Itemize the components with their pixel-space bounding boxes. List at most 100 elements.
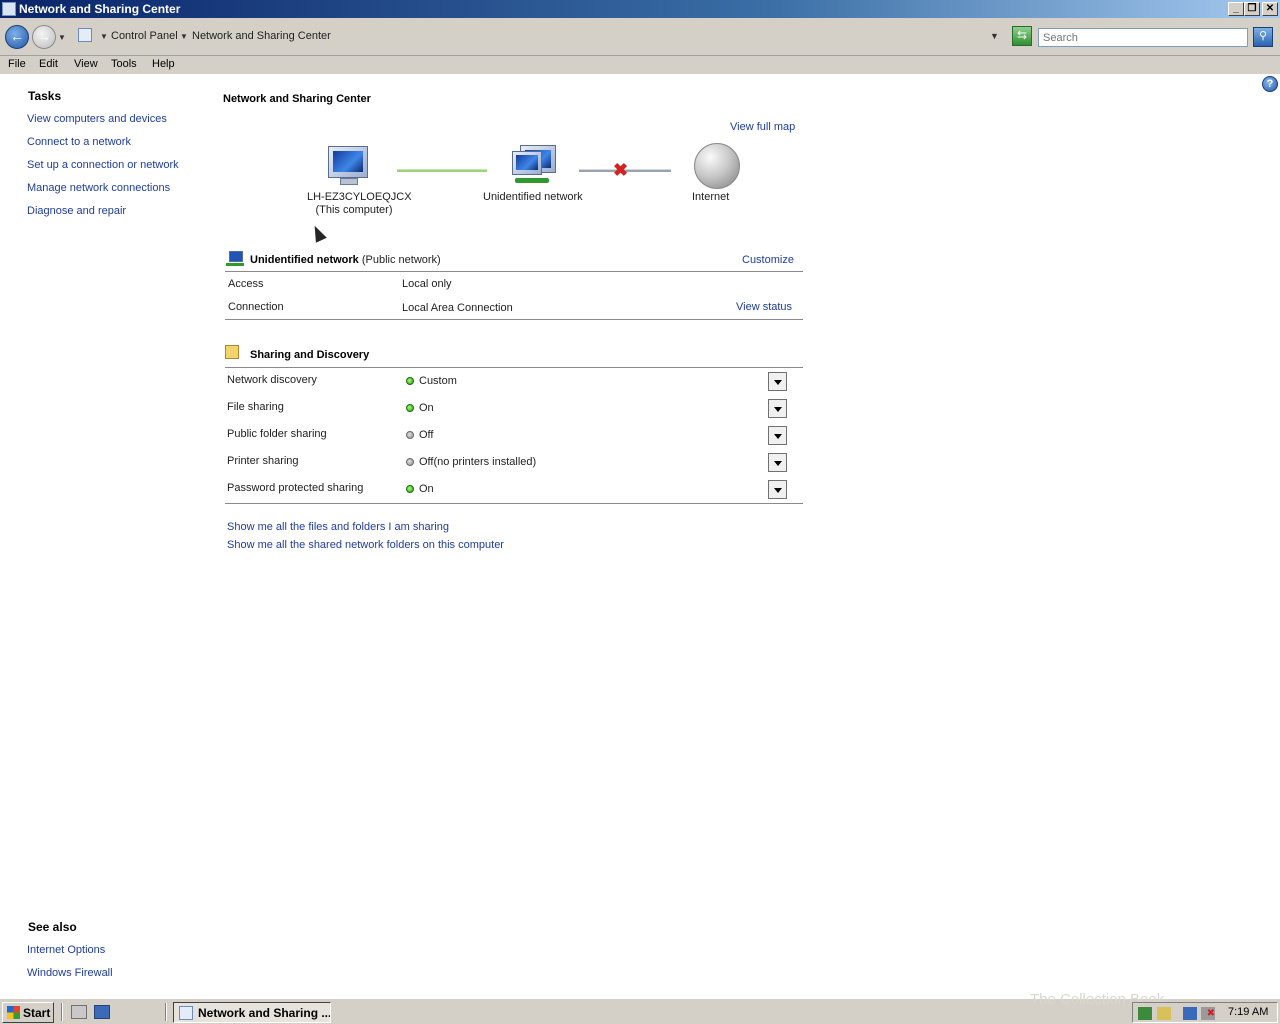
printer-sharing-expand-button[interactable] — [768, 453, 787, 472]
task-setup-connection[interactable]: Set up a connection or network — [27, 159, 179, 171]
file-sharing-label: File sharing — [227, 401, 284, 413]
access-label: Access — [228, 278, 264, 290]
status-off-icon — [406, 458, 414, 466]
start-label: Start — [23, 1006, 51, 1020]
network-center-icon — [2, 2, 16, 16]
computer-icon[interactable] — [328, 146, 368, 178]
control-panel-icon — [78, 28, 92, 42]
link-windows-firewall[interactable]: Windows Firewall — [27, 967, 113, 979]
menu-file[interactable]: File — [8, 58, 26, 70]
internet-label: Internet — [692, 191, 730, 203]
customize-link[interactable]: Customize — [742, 254, 794, 266]
taskbar-button-network-center[interactable]: Network and Sharing ... — [173, 1002, 331, 1023]
access-value: Local only — [402, 278, 452, 290]
status-on-icon — [406, 377, 414, 385]
view-full-map-link[interactable]: View full map — [730, 121, 795, 133]
search-input[interactable] — [1038, 28, 1248, 47]
refresh-button[interactable]: ⇆ — [1012, 26, 1032, 46]
network-tray-icon[interactable] — [1183, 1007, 1197, 1020]
menu-edit[interactable]: Edit — [39, 58, 58, 70]
menu-bar: File Edit View Tools Help — [0, 56, 1280, 74]
divider — [225, 367, 803, 368]
public-folder-sharing-status: Off — [419, 429, 434, 441]
network-discovery-expand-button[interactable] — [768, 372, 787, 391]
password-sharing-status: On — [419, 483, 434, 495]
restore-button[interactable]: ❐ — [1244, 2, 1260, 16]
sharing-heading: Sharing and Discovery — [250, 349, 370, 361]
clock[interactable]: 7:19 AM — [1228, 1006, 1268, 1018]
show-shared-files-link[interactable]: Show me all the files and folders I am s… — [227, 521, 449, 533]
see-also-heading: See also — [28, 920, 77, 934]
update-icon[interactable] — [1157, 1007, 1171, 1020]
chevron-down-icon[interactable]: ▼ — [180, 32, 188, 41]
computer-name: LH-EZ3CYLOEQJCX — [307, 191, 412, 203]
task-manage-connections[interactable]: Manage network connections — [27, 182, 170, 194]
show-shared-folders-link[interactable]: Show me all the shared network folders o… — [227, 539, 504, 551]
network-label: Unidentified network — [483, 191, 583, 203]
security-shield-icon[interactable] — [1138, 1007, 1152, 1020]
status-on-icon — [406, 404, 414, 412]
network-section-title: Unidentified network (Public network) — [250, 254, 441, 266]
computer-subtitle: (This computer) — [315, 204, 393, 216]
recent-pages-dropdown[interactable]: ▼ — [58, 33, 66, 42]
network-small-icon — [226, 251, 244, 267]
file-sharing-expand-button[interactable] — [768, 399, 787, 418]
show-desktop-icon[interactable] — [94, 1005, 110, 1019]
status-on-icon — [406, 485, 414, 493]
disconnected-x-icon[interactable]: ✖ — [613, 160, 628, 181]
address-bar[interactable]: ▼ Control Panel ▼ Network and Sharing Ce… — [75, 26, 1007, 47]
server-manager-icon[interactable] — [71, 1005, 87, 1019]
title-bar: Network and Sharing Center _ ❐ ✕ — [0, 0, 1280, 18]
taskbar: Start Network and Sharing ... The Collec… — [0, 991, 1280, 1024]
back-button[interactable]: ← — [5, 25, 29, 49]
close-button[interactable]: ✕ — [1262, 2, 1278, 16]
windows-logo-icon — [7, 1006, 20, 1019]
task-connect-network[interactable]: Connect to a network — [27, 136, 131, 148]
search-icon[interactable]: ⚲ — [1253, 27, 1273, 47]
public-folder-sharing-label: Public folder sharing — [227, 428, 327, 440]
public-folder-sharing-expand-button[interactable] — [768, 426, 787, 445]
task-view-computers[interactable]: View computers and devices — [27, 113, 167, 125]
task-diagnose-repair[interactable]: Diagnose and repair — [27, 205, 126, 217]
taskbar-button-label: Network and Sharing ... — [198, 1006, 331, 1020]
network-discovery-label: Network discovery — [227, 374, 317, 386]
menu-view[interactable]: View — [74, 58, 98, 70]
menu-help[interactable]: Help — [152, 58, 175, 70]
connection-value: Local Area Connection — [402, 302, 513, 314]
help-icon[interactable]: ? — [1262, 76, 1278, 92]
mouse-cursor-icon — [309, 223, 327, 243]
link-internet-options[interactable]: Internet Options — [27, 944, 105, 956]
view-status-link[interactable]: View status — [736, 301, 792, 313]
connection-line — [397, 169, 487, 172]
network-center-icon — [179, 1006, 193, 1020]
start-button[interactable]: Start — [2, 1002, 54, 1023]
tasks-heading: Tasks — [28, 89, 62, 103]
volume-muted-icon[interactable]: ✖ — [1201, 1007, 1215, 1020]
connection-label: Connection — [228, 301, 284, 313]
breadcrumb-network-center[interactable]: Network and Sharing Center — [192, 30, 331, 42]
menu-tools[interactable]: Tools — [111, 58, 137, 70]
chevron-down-icon[interactable]: ▼ — [100, 32, 108, 41]
page-title: Network and Sharing Center — [223, 93, 371, 105]
file-sharing-status: On — [419, 402, 434, 414]
forward-button[interactable]: → — [32, 25, 56, 49]
divider — [225, 503, 803, 504]
printer-sharing-label: Printer sharing — [227, 455, 299, 467]
internet-globe-icon[interactable] — [694, 143, 740, 189]
password-sharing-expand-button[interactable] — [768, 480, 787, 499]
divider — [225, 319, 803, 320]
password-sharing-label: Password protected sharing — [227, 482, 364, 494]
sharing-icon — [225, 345, 239, 359]
network-discovery-status: Custom — [419, 375, 457, 387]
breadcrumb-control-panel[interactable]: Control Panel — [111, 30, 178, 42]
network-name: Unidentified network — [250, 254, 359, 266]
printer-sharing-status: Off(no printers installed) — [419, 456, 537, 468]
system-tray: ✖ 7:19 AM — [1132, 1002, 1278, 1023]
status-off-icon — [406, 431, 414, 439]
network-type: (Public network) — [361, 254, 441, 266]
minimize-button[interactable]: _ — [1228, 2, 1244, 16]
window-title: Network and Sharing Center — [19, 2, 181, 16]
address-dropdown-arrow[interactable]: ▼ — [990, 31, 999, 41]
divider — [225, 271, 803, 272]
address-toolbar: ← → ▼ ▼ Control Panel ▼ Network and Shar… — [0, 18, 1280, 56]
